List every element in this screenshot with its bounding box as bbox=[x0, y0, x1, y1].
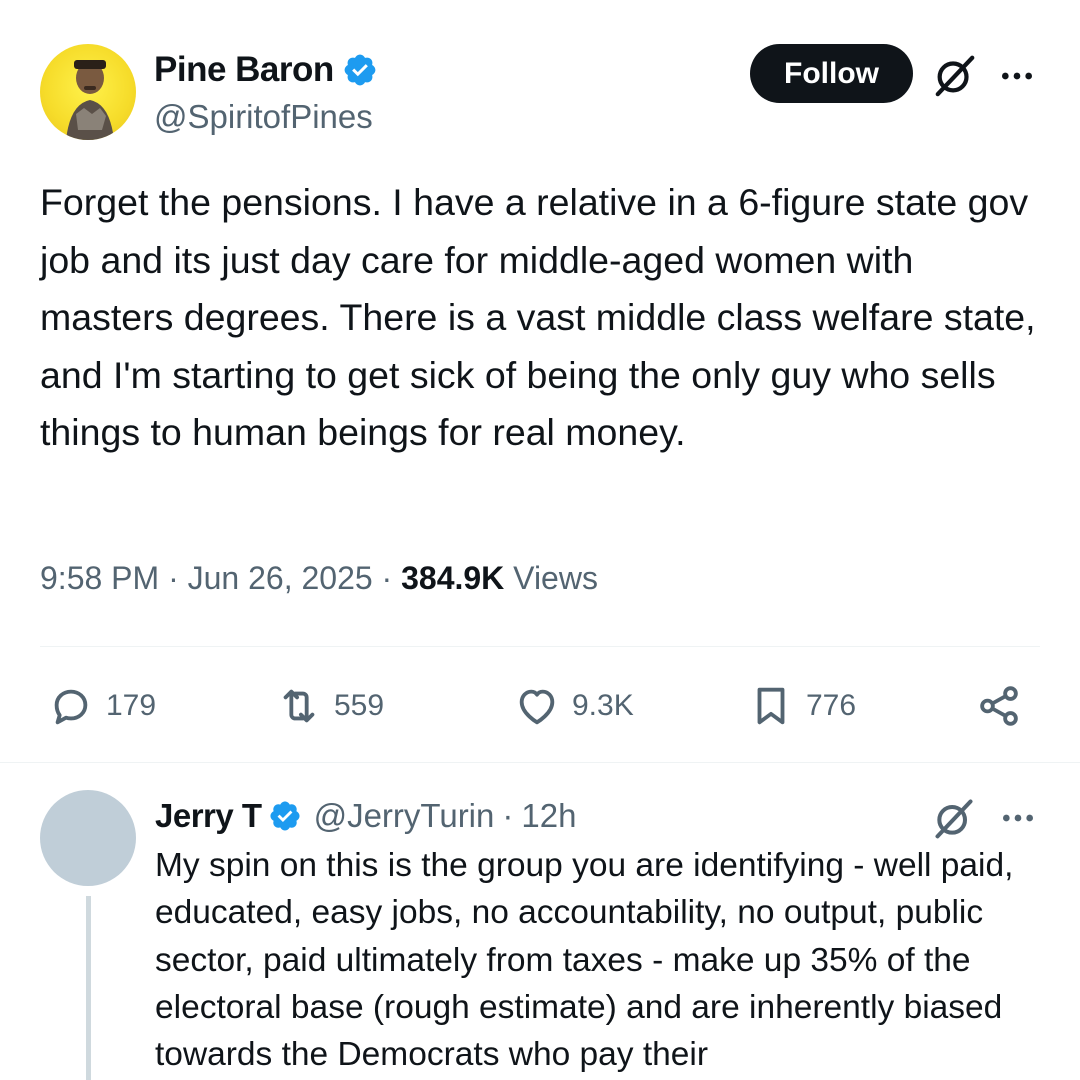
bookmark-icon bbox=[757, 687, 785, 725]
more-icon[interactable] bbox=[997, 56, 1037, 96]
reply-author-avatar[interactable] bbox=[40, 790, 136, 886]
author-name-text: Pine Baron bbox=[154, 50, 334, 89]
reply-text: My spin on this is the group you are ide… bbox=[155, 847, 1014, 1074]
views-label: Views bbox=[513, 560, 598, 596]
post-text: Forget the pensions. I have a relative i… bbox=[40, 181, 1036, 453]
reply-count: 179 bbox=[106, 689, 157, 722]
reply-icon bbox=[54, 689, 88, 725]
like-button[interactable]: 9.3K bbox=[514, 674, 634, 738]
grok-icon[interactable] bbox=[932, 52, 978, 98]
views-count[interactable]: 384.9K bbox=[401, 560, 504, 596]
like-count: 9.3K bbox=[572, 689, 634, 722]
repost-icon bbox=[283, 689, 315, 723]
reply-time[interactable]: 12h bbox=[521, 797, 576, 835]
bookmark-count: 776 bbox=[806, 689, 857, 722]
author-handle[interactable]: @SpiritofPines bbox=[154, 98, 373, 136]
more-icon[interactable] bbox=[998, 798, 1038, 838]
post-time[interactable]: 9:58 PM bbox=[40, 560, 159, 596]
reply-author-handle[interactable]: @JerryTurin bbox=[314, 797, 495, 835]
repost-button[interactable]: 559 bbox=[276, 674, 384, 738]
actions-bar: 179 559 9.3K 776 bbox=[40, 674, 1040, 738]
share-icon bbox=[980, 686, 1018, 726]
verified-badge-icon bbox=[270, 801, 300, 831]
author-name[interactable]: Pine Baron bbox=[154, 50, 378, 90]
heart-icon bbox=[519, 689, 555, 725]
bookmark-button[interactable]: 776 bbox=[748, 674, 856, 738]
divider bbox=[40, 646, 1040, 647]
thread-divider bbox=[0, 762, 1080, 763]
reply-separator: · bbox=[502, 797, 514, 834]
reply-button[interactable]: 179 bbox=[48, 674, 156, 738]
meta-separator: · bbox=[168, 560, 179, 596]
verified-badge-icon bbox=[344, 54, 376, 86]
post-meta: 9:58 PM · Jun 26, 2025 · 384.9K Views bbox=[40, 560, 598, 597]
meta-separator: · bbox=[381, 560, 393, 596]
share-button[interactable] bbox=[976, 674, 1034, 738]
post-header: Pine Baron @SpiritofPines Follow bbox=[40, 44, 1040, 144]
reply-header: Jerry T @JerryTurin · 12h bbox=[155, 794, 576, 838]
repost-count: 559 bbox=[334, 689, 385, 722]
author-avatar-image bbox=[66, 60, 114, 140]
reply-author-name[interactable]: Jerry T bbox=[155, 797, 262, 835]
post-date[interactable]: Jun 26, 2025 bbox=[188, 560, 373, 596]
grok-icon[interactable] bbox=[932, 796, 976, 840]
follow-button[interactable]: Follow bbox=[750, 44, 913, 103]
author-avatar[interactable] bbox=[40, 44, 136, 140]
thread-line bbox=[86, 896, 91, 1080]
